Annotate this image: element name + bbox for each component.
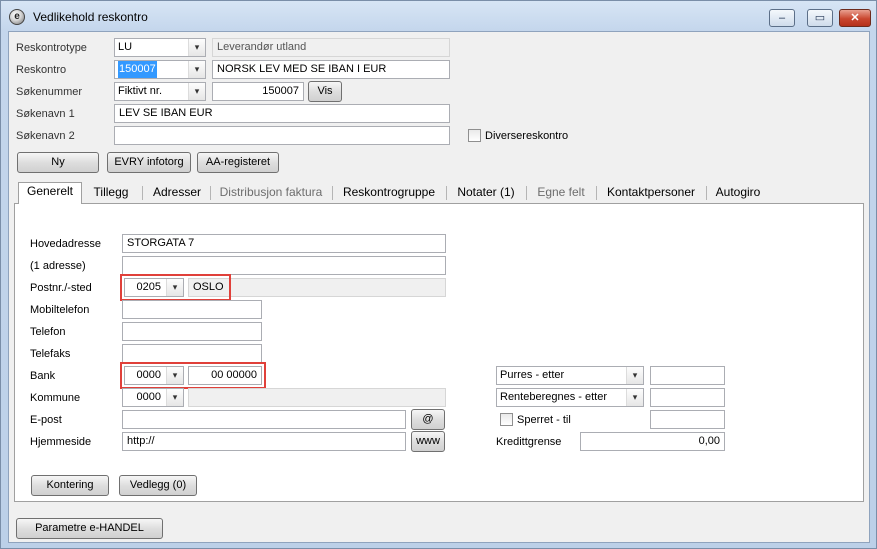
mobiltelefon-field[interactable] [122,300,262,319]
reskontrotype-combo[interactable]: LU ▾ [114,38,206,57]
dropdown-arrow-icon[interactable]: ▾ [188,61,205,78]
tab-separator [446,186,447,200]
sokenavn2-label: Søkenavn 2 [16,130,75,142]
purres-field[interactable] [650,366,725,385]
postnr-label: Postnr./-sted [30,282,92,294]
reskontro-number: 150007 [118,61,157,78]
app-logo-icon: e [9,9,25,25]
reskontrotype-value: LU [118,41,133,53]
reskontro-label: Reskontro [16,64,67,76]
dropdown-arrow-icon[interactable]: ▾ [626,367,643,384]
sokenummer-type-value: Fiktivt nr. [118,85,163,97]
sokenummer-type-combo[interactable]: Fiktivt nr. ▾ [114,82,206,101]
sperret-til-field[interactable] [650,410,725,429]
dropdown-arrow-icon[interactable]: ▾ [166,389,183,406]
telefaks-field[interactable] [122,344,262,363]
sokenavn2-field[interactable] [114,126,450,145]
diversereskontro-label: Diversereskontro [485,130,569,142]
aa-registeret-button[interactable]: AA-registeret [197,152,279,173]
window: e Vedlikehold reskontro – ▭ ✕ Reskontrot… [0,0,877,549]
bank-label: Bank [30,370,56,382]
purres-combo[interactable]: Purres - etter ▾ [496,366,644,385]
parametre-ehandel-button[interactable]: Parametre e-HANDEL [16,518,163,539]
sperret-checkbox[interactable] [500,413,513,426]
telefon-field[interactable] [122,322,262,341]
telefon-label: Telefon [30,326,66,338]
dropdown-arrow-icon[interactable]: ▾ [626,389,643,406]
tab-autogiro[interactable]: Autogiro [710,184,766,203]
kommune-combo[interactable]: 0000 ▾ [122,388,184,407]
tab-separator [596,186,597,200]
dropdown-arrow-icon[interactable]: ▾ [188,83,205,100]
kontering-button[interactable]: Kontering [31,475,109,496]
sperret-label: Sperret - til [517,414,571,426]
tab-separator [526,186,527,200]
tab-separator [142,186,143,200]
ny-button[interactable]: Ny [17,152,99,173]
sokenummer-field[interactable]: 150007 [212,82,304,101]
form-body: Reskontrotype LU ▾ Leverandør utland Res… [8,31,870,543]
vedlegg-button[interactable]: Vedlegg (0) [119,475,197,496]
maximize-button[interactable]: ▭ [807,9,833,27]
dropdown-arrow-icon[interactable]: ▾ [188,39,205,56]
renteberegnes-field[interactable] [650,388,725,407]
reskontrotype-description: Leverandør utland [212,38,450,57]
www-button[interactable]: www [411,431,445,452]
close-button[interactable]: ✕ [839,9,871,27]
close-icon: ✕ [850,12,860,24]
epost-label: E-post [30,414,62,426]
tab-kontaktpersoner[interactable]: Kontaktpersoner [600,184,702,203]
kredittgrense-label: Kredittgrense [496,436,562,448]
tab-distribusjon-faktura[interactable]: Distribusjon faktura [214,184,328,203]
purres-label: Purres - etter [500,369,565,381]
tab-panel-generelt: Hovedadresse STORGATA 7 (1 adresse) Post… [14,204,864,502]
kommune-code-value: 0000 [136,391,161,403]
sokenummer-label: Søkenummer [16,86,83,98]
hjemmeside-label: Hjemmeside [30,436,92,448]
renteberegnes-label: Renteberegnes - etter [500,391,608,403]
hovedadresse-label: Hovedadresse [30,238,101,250]
reskontro-name-field[interactable]: NORSK LEV MED SE IBAN I EUR [212,60,450,79]
kommune-label: Kommune [30,392,81,404]
renteberegnes-combo[interactable]: Renteberegnes - etter ▾ [496,388,644,407]
kommune-name-field [188,388,446,407]
email-button[interactable]: @ [411,409,445,430]
telefaks-label: Telefaks [30,348,71,360]
tab-adresser[interactable]: Adresser [146,184,208,203]
vis-button[interactable]: Vis [308,81,342,102]
adresse1-field[interactable] [122,256,446,275]
maximize-icon: ▭ [814,12,826,24]
title-bar: e Vedlikehold reskontro – ▭ ✕ [1,1,876,31]
kredittgrense-field[interactable]: 0,00 [580,432,725,451]
tab-separator [210,186,211,200]
postnr-highlight [120,274,231,301]
evry-infotorg-button[interactable]: EVRY infotorg [107,152,191,173]
tab-reskontrogruppe[interactable]: Reskontrogruppe [336,184,442,203]
diversereskontro-checkbox[interactable] [468,129,481,142]
minimize-icon: – [778,12,786,24]
mobiltelefon-label: Mobiltelefon [30,304,90,316]
sokenavn1-label: Søkenavn 1 [16,108,75,120]
tab-separator [332,186,333,200]
tab-tillegg[interactable]: Tillegg [86,184,136,203]
tab-egne-felt[interactable]: Egne felt [530,184,592,203]
reskontrotype-label: Reskontrotype [16,42,87,54]
reskontro-combo[interactable]: 150007 ▾ [114,60,206,79]
hovedadresse-field[interactable]: STORGATA 7 [122,234,446,253]
adresse1-label: (1 adresse) [30,260,86,272]
hjemmeside-field[interactable]: http:// [122,432,406,451]
tab-bar: Generelt Tillegg Adresser Distribusjon f… [14,182,864,204]
tab-notater[interactable]: Notater (1) [450,184,522,203]
minimize-button[interactable]: – [769,9,795,27]
window-title: Vedlikehold reskontro [33,10,148,24]
tab-generelt[interactable]: Generelt [18,182,82,204]
bank-highlight [120,362,266,389]
tab-separator [706,186,707,200]
sokenavn1-field[interactable]: LEV SE IBAN EUR [114,104,450,123]
epost-field[interactable] [122,410,406,429]
